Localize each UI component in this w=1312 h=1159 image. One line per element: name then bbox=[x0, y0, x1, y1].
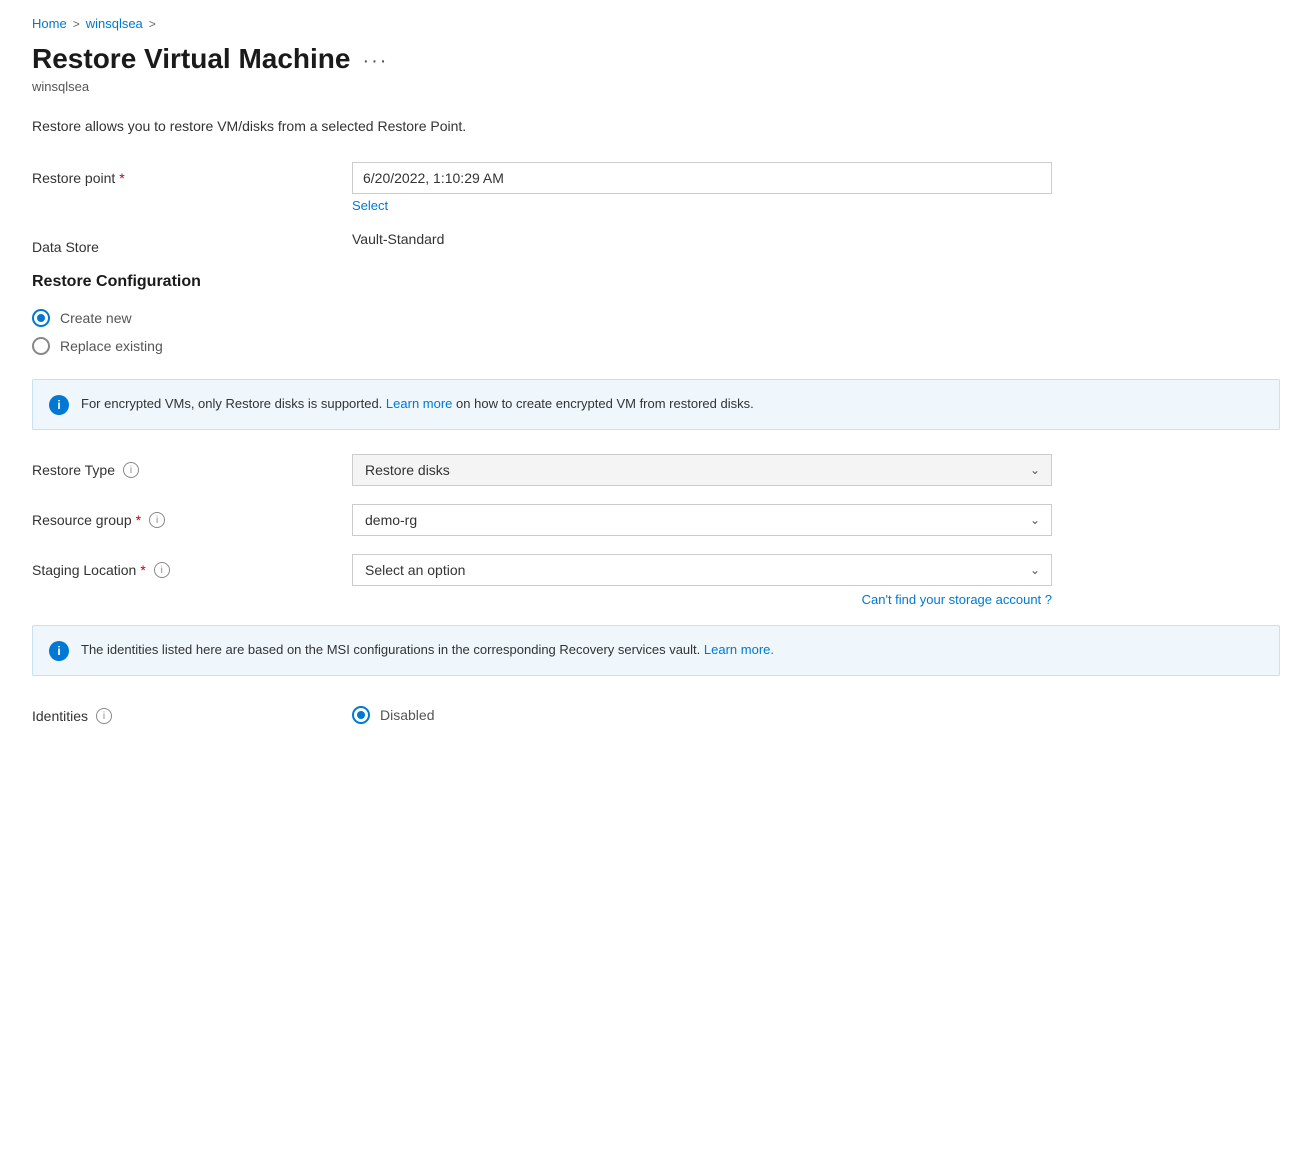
staging-location-select-wrapper: Select an option ⌄ bbox=[352, 554, 1052, 586]
staging-location-row: Staging Location * i Select an option ⌄ … bbox=[32, 554, 1280, 607]
required-star: * bbox=[119, 170, 124, 186]
page-subtitle: winsqlsea bbox=[32, 79, 1280, 94]
resource-group-select[interactable]: demo-rg bbox=[352, 504, 1052, 536]
restore-point-control: Select bbox=[352, 162, 1280, 213]
resource-group-required: * bbox=[136, 512, 141, 528]
resource-group-select-wrapper: demo-rg ⌄ bbox=[352, 504, 1052, 536]
data-store-static: Vault-Standard bbox=[352, 223, 444, 247]
identities-disabled-option[interactable]: Disabled bbox=[352, 700, 1280, 724]
identities-row: Identities i Disabled bbox=[32, 700, 1280, 724]
replace-existing-radio[interactable] bbox=[32, 337, 50, 355]
restore-point-input[interactable] bbox=[352, 162, 1052, 194]
data-store-value: Vault-Standard bbox=[352, 231, 1280, 247]
restore-configuration-section: Restore Configuration Create new Replace… bbox=[32, 273, 1280, 355]
restore-type-select-wrapper: Restore disks ⌄ bbox=[352, 454, 1052, 486]
breadcrumb-home[interactable]: Home bbox=[32, 16, 67, 31]
replace-existing-option[interactable]: Replace existing bbox=[32, 337, 1280, 355]
identities-disabled-label: Disabled bbox=[380, 707, 434, 723]
restore-type-label: Restore Type i bbox=[32, 454, 352, 478]
info-icon-2: i bbox=[49, 641, 69, 661]
staging-location-required: * bbox=[140, 562, 145, 578]
resource-group-control: demo-rg ⌄ bbox=[352, 504, 1280, 536]
info-banner-identities: i The identities listed here are based o… bbox=[32, 625, 1280, 676]
restore-type-control: Restore disks ⌄ bbox=[352, 454, 1280, 486]
identities-info-icon[interactable]: i bbox=[96, 708, 112, 724]
info-text-before: For encrypted VMs, only Restore disks is… bbox=[81, 396, 382, 411]
info-text-2-before: The identities listed here are based on … bbox=[81, 642, 700, 657]
info-learn-more-link[interactable]: Learn more bbox=[386, 396, 452, 411]
data-store-label: Data Store bbox=[32, 231, 352, 255]
create-new-label: Create new bbox=[60, 310, 132, 326]
breadcrumb-sep1: > bbox=[73, 17, 80, 31]
staging-location-select[interactable]: Select an option bbox=[352, 554, 1052, 586]
staging-location-info-icon[interactable]: i bbox=[154, 562, 170, 578]
ellipsis-menu-icon[interactable]: ··· bbox=[362, 50, 388, 73]
page-header: Restore Virtual Machine ··· bbox=[32, 43, 1280, 75]
info-text-identities: The identities listed here are based on … bbox=[81, 640, 774, 660]
restore-point-label: Restore point * bbox=[32, 162, 352, 186]
resource-group-info-icon[interactable]: i bbox=[149, 512, 165, 528]
page-title: Restore Virtual Machine bbox=[32, 43, 350, 75]
resource-group-row: Resource group * i demo-rg ⌄ bbox=[32, 504, 1280, 536]
breadcrumb-machine[interactable]: winsqlsea bbox=[86, 16, 143, 31]
info-text-after: on how to create encrypted VM from resto… bbox=[456, 396, 754, 411]
staging-location-control: Select an option ⌄ Can't find your stora… bbox=[352, 554, 1280, 607]
replace-existing-label: Replace existing bbox=[60, 338, 163, 354]
restore-type-select[interactable]: Restore disks bbox=[352, 454, 1052, 486]
create-new-radio[interactable] bbox=[32, 309, 50, 327]
info-icon-1: i bbox=[49, 395, 69, 415]
storage-account-help-link[interactable]: Can't find your storage account ? bbox=[352, 592, 1052, 607]
restore-point-select-link[interactable]: Select bbox=[352, 198, 1280, 213]
restore-configuration-radio-group: Create new Replace existing bbox=[32, 309, 1280, 355]
restore-configuration-title: Restore Configuration bbox=[32, 273, 1280, 291]
data-store-row: Data Store Vault-Standard bbox=[32, 231, 1280, 255]
create-new-option[interactable]: Create new bbox=[32, 309, 1280, 327]
restore-type-row: Restore Type i Restore disks ⌄ bbox=[32, 454, 1280, 486]
breadcrumb-sep2: > bbox=[149, 17, 156, 31]
info-text-encrypted: For encrypted VMs, only Restore disks is… bbox=[81, 394, 754, 414]
resource-group-label: Resource group * i bbox=[32, 504, 352, 528]
page-description: Restore allows you to restore VM/disks f… bbox=[32, 118, 1280, 134]
identities-control: Disabled bbox=[352, 700, 1280, 724]
identities-disabled-radio[interactable] bbox=[352, 706, 370, 724]
restore-point-row: Restore point * Select bbox=[32, 162, 1280, 213]
restore-type-info-icon[interactable]: i bbox=[123, 462, 139, 478]
breadcrumb: Home > winsqlsea > bbox=[32, 16, 1280, 31]
info-learn-more-link-2[interactable]: Learn more. bbox=[704, 642, 774, 657]
info-banner-encrypted: i For encrypted VMs, only Restore disks … bbox=[32, 379, 1280, 430]
identities-label: Identities i bbox=[32, 700, 352, 724]
staging-location-label: Staging Location * i bbox=[32, 554, 352, 578]
